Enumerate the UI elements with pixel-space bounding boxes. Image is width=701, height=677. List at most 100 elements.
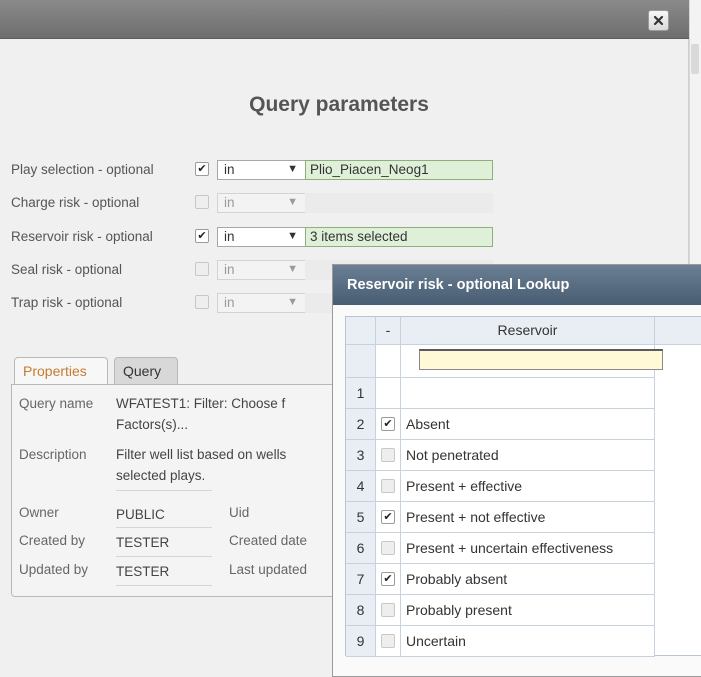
parameter-value-field[interactable] bbox=[305, 193, 493, 213]
updated-by-label: Updated by bbox=[19, 562, 89, 577]
checkbox-column-header[interactable]: - bbox=[376, 317, 401, 345]
row-number: 6 bbox=[346, 533, 376, 564]
query-name-value: WFATEST1: Filter: Choose f bbox=[116, 396, 286, 411]
dialog-heading: Query parameters bbox=[249, 93, 429, 116]
operator-value: in bbox=[224, 262, 235, 277]
row-checkbox[interactable] bbox=[381, 603, 395, 617]
operator-value: in bbox=[224, 195, 235, 210]
updated-by-value: TESTER bbox=[116, 564, 170, 579]
query-name-label: Query name bbox=[19, 396, 94, 411]
row-checkbox[interactable]: ✔ bbox=[381, 510, 395, 524]
parameter-value-field[interactable]: 3 items selected bbox=[305, 227, 493, 247]
parameter-checkbox[interactable] bbox=[195, 195, 209, 209]
operator-value: in bbox=[224, 162, 235, 177]
row-check-cell[interactable] bbox=[376, 626, 401, 657]
operator-select[interactable]: in ▼ bbox=[217, 227, 307, 247]
parameter-label: Reservoir risk - optional bbox=[11, 229, 153, 244]
checkmark-icon: ✔ bbox=[383, 572, 393, 585]
parameter-label: Seal risk - optional bbox=[11, 262, 123, 277]
divider bbox=[116, 585, 212, 586]
checkmark-icon: ✔ bbox=[197, 162, 207, 175]
row-checkbox[interactable] bbox=[381, 479, 395, 493]
parameter-row: Play selection - optional ✔ in ▼ Plio_Piacen… bbox=[11, 159, 511, 181]
grid-corner-header bbox=[346, 317, 376, 345]
parameter-label: Charge risk - optional bbox=[11, 195, 140, 210]
close-icon bbox=[653, 15, 664, 26]
dialog-titlebar[interactable] bbox=[0, 0, 689, 39]
lookup-titlebar[interactable]: Reservoir risk - optional Lookup bbox=[333, 265, 701, 305]
row-number: 3 bbox=[346, 440, 376, 471]
reservoir-option[interactable]: Present + not effective bbox=[401, 502, 655, 533]
row-check-cell[interactable]: ✔ bbox=[376, 502, 401, 533]
reservoir-option[interactable] bbox=[401, 378, 655, 409]
row-check-cell[interactable] bbox=[376, 471, 401, 502]
filter-row-number bbox=[346, 345, 376, 378]
dropdown-arrow-icon: ▼ bbox=[287, 263, 298, 275]
dropdown-arrow-icon: ▼ bbox=[287, 230, 298, 242]
row-checkbox[interactable]: ✔ bbox=[381, 417, 395, 431]
row-check-cell[interactable] bbox=[376, 378, 401, 409]
operator-select[interactable]: in ▼ bbox=[217, 193, 307, 213]
parameter-checkbox[interactable] bbox=[195, 295, 209, 309]
scrollbar-thumb[interactable] bbox=[691, 44, 699, 74]
blank-column-header bbox=[655, 317, 701, 345]
parameter-row: Reservoir risk - optional ✔ in ▼ 3 items sel… bbox=[11, 226, 511, 248]
lookup-title: Reservoir risk - optional Lookup bbox=[347, 277, 570, 293]
created-by-label: Created by bbox=[19, 533, 86, 548]
close-button[interactable] bbox=[648, 10, 669, 31]
tab-query[interactable]: Query bbox=[114, 357, 178, 384]
operator-value: in bbox=[224, 295, 235, 310]
description-label: Description bbox=[19, 447, 87, 462]
query-name-value-cont: Factors(s)... bbox=[116, 417, 189, 432]
reservoir-option[interactable]: Present + uncertain effectiveness bbox=[401, 533, 655, 564]
lookup-window: Reservoir risk - optional Lookup - Reserv… bbox=[332, 264, 701, 677]
row-checkbox[interactable]: ✔ bbox=[381, 572, 395, 586]
uid-label: Uid bbox=[229, 505, 250, 520]
reservoir-option[interactable]: Uncertain bbox=[401, 626, 655, 657]
operator-select[interactable]: in ▼ bbox=[217, 160, 307, 180]
operator-select[interactable]: in ▼ bbox=[217, 293, 307, 313]
owner-value: PUBLIC bbox=[116, 507, 165, 522]
checkmark-icon: ✔ bbox=[383, 510, 393, 523]
description-value: Filter well list based on wells bbox=[116, 447, 287, 462]
dropdown-arrow-icon: ▼ bbox=[287, 296, 298, 308]
row-check-cell[interactable] bbox=[376, 440, 401, 471]
row-number: 5 bbox=[346, 502, 376, 533]
operator-value: in bbox=[224, 229, 235, 244]
dropdown-arrow-icon: ▼ bbox=[287, 163, 298, 175]
divider bbox=[116, 490, 212, 491]
description-value-cont: selected plays. bbox=[116, 468, 206, 483]
reservoir-option[interactable]: Absent bbox=[401, 409, 655, 440]
reservoir-filter-input[interactable] bbox=[419, 349, 663, 370]
row-number: 7 bbox=[346, 564, 376, 595]
parameter-checkbox[interactable]: ✔ bbox=[195, 162, 209, 176]
reservoir-option[interactable]: Not penetrated bbox=[401, 440, 655, 471]
filter-row-check-cell bbox=[376, 345, 401, 378]
reservoir-option[interactable]: Probably absent bbox=[401, 564, 655, 595]
row-number: 2 bbox=[346, 409, 376, 440]
reservoir-option[interactable]: Present + effective bbox=[401, 471, 655, 502]
parameter-checkbox[interactable]: ✔ bbox=[195, 229, 209, 243]
reservoir-option[interactable]: Probably present bbox=[401, 595, 655, 626]
row-check-cell[interactable] bbox=[376, 595, 401, 626]
divider bbox=[116, 556, 212, 557]
divider bbox=[116, 527, 212, 528]
row-checkbox[interactable] bbox=[381, 541, 395, 555]
parameter-value-field[interactable]: Plio_Piacen_Neog1 bbox=[305, 160, 493, 180]
last-updated-label: Last updated bbox=[229, 562, 308, 577]
operator-select[interactable]: in ▼ bbox=[217, 260, 307, 280]
row-check-cell[interactable]: ✔ bbox=[376, 564, 401, 595]
row-check-cell[interactable]: ✔ bbox=[376, 409, 401, 440]
row-check-cell[interactable] bbox=[376, 533, 401, 564]
row-checkbox[interactable] bbox=[381, 448, 395, 462]
row-number: 9 bbox=[346, 626, 376, 657]
row-checkbox[interactable] bbox=[381, 634, 395, 648]
reservoir-column-header[interactable]: Reservoir bbox=[401, 317, 655, 345]
parameter-label: Play selection - optional bbox=[11, 162, 154, 177]
created-by-value: TESTER bbox=[116, 535, 170, 550]
properties-panel: Query name WFATEST1: Filter: Choose f Fa… bbox=[11, 384, 351, 597]
parameter-checkbox[interactable] bbox=[195, 262, 209, 276]
checkmark-icon: ✔ bbox=[197, 229, 207, 242]
tab-properties[interactable]: Properties bbox=[14, 357, 108, 384]
parameter-label: Trap risk - optional bbox=[11, 295, 123, 310]
